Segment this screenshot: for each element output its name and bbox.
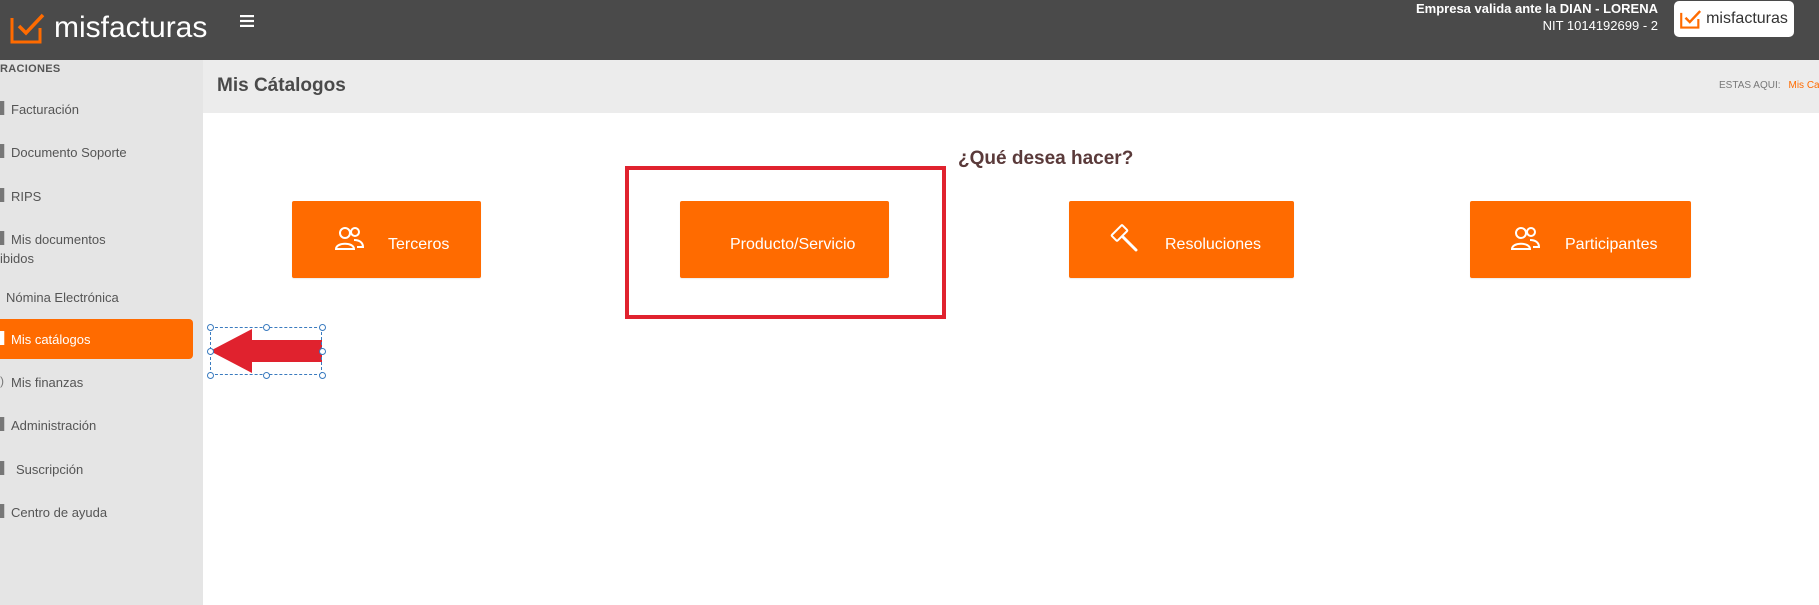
sidebar-item-label: Facturación [11,102,79,117]
sidebar-item-label: Mis documentos [11,232,106,247]
sidebar-item-label: Suscripción [16,462,84,477]
button-label: Participantes [1565,236,1658,253]
resize-handle[interactable] [207,372,214,379]
document-icon: ▌ [0,101,6,115]
sidebar-item-label: Mis finanzas [11,375,84,390]
participantes-button[interactable]: Participantes [1470,201,1691,278]
selection-frame [210,327,322,375]
company-info: Empresa valida ante la DIAN - LORENA NIT… [1416,0,1658,34]
button-label: Terceros [388,236,450,253]
sidebar-item-label: ibidos [0,251,34,266]
checkbox-logo-icon [1680,10,1702,29]
question-heading: ¿Qué desea hacer? [958,148,1134,169]
breadcrumb: ESTAS AQUI: Mis Ca [1719,80,1819,91]
sidebar-heading: RACIONES [0,63,61,75]
checkbox-logo-icon [10,13,45,44]
resize-handle[interactable] [319,372,326,379]
sidebar-item-label: Documento Soporte [11,145,127,160]
sidebar-item-label: Centro de ayuda [11,505,108,520]
breadcrumb-label: ESTAS AQUI: [1719,80,1781,91]
resize-handle[interactable] [207,348,214,355]
page-header: Mis Cátalogos ESTAS AQUI: Mis Ca [203,60,1819,113]
subscription-icon: ▌ [0,461,6,475]
terceros-button[interactable]: Terceros [292,201,481,278]
company-logo-text: misfacturas [1706,10,1788,27]
company-nit: NIT 1014192699 - 2 [1542,18,1658,33]
sidebar: RACIONES ▌ Facturación ▌ Documento Sopor… [0,60,203,605]
document-icon: ▌ [0,144,6,158]
resize-handle[interactable] [319,324,326,331]
company-logo[interactable]: misfacturas [1674,1,1794,37]
document-icon: ▌ [0,188,6,202]
resize-handle[interactable] [263,324,270,331]
gavel-icon [1110,224,1138,252]
resize-handle[interactable] [207,324,214,331]
finance-icon: ) [0,374,4,388]
brand-name: misfacturas [54,11,208,44]
highlight-box [625,166,946,319]
arrow-annotation[interactable] [207,324,326,379]
brand-logo[interactable]: misfacturas [10,8,207,48]
catalog-icon: ▌ [0,331,6,345]
sidebar-item-label: RIPS [11,189,42,204]
users-icon [334,227,364,250]
page-title: Mis Cátalogos [217,75,346,96]
breadcrumb-current[interactable]: Mis Ca [1789,80,1819,91]
menu-toggle-icon[interactable] [240,13,256,29]
resoluciones-button[interactable]: Resoluciones [1069,201,1294,278]
button-label: Resoluciones [1165,236,1262,253]
sidebar-item-label: Nómina Electrónica [6,290,119,305]
help-icon: ▌ [0,504,6,518]
users-icon [1510,227,1540,250]
top-bar: misfacturas Empresa valida ante la DIAN … [0,0,1819,60]
resize-handle[interactable] [263,372,270,379]
sidebar-item-mis-catalogos[interactable]: ▌ Mis catálogos [0,319,193,359]
lock-icon: ▌ [0,231,6,245]
sidebar-item-label: Administración [11,418,97,433]
sidebar-item-label: Mis catálogos [11,332,91,347]
company-name: Empresa valida ante la DIAN - LORENA [1415,1,1658,16]
resize-handle[interactable] [319,348,326,355]
admin-icon: ▌ [0,417,6,431]
